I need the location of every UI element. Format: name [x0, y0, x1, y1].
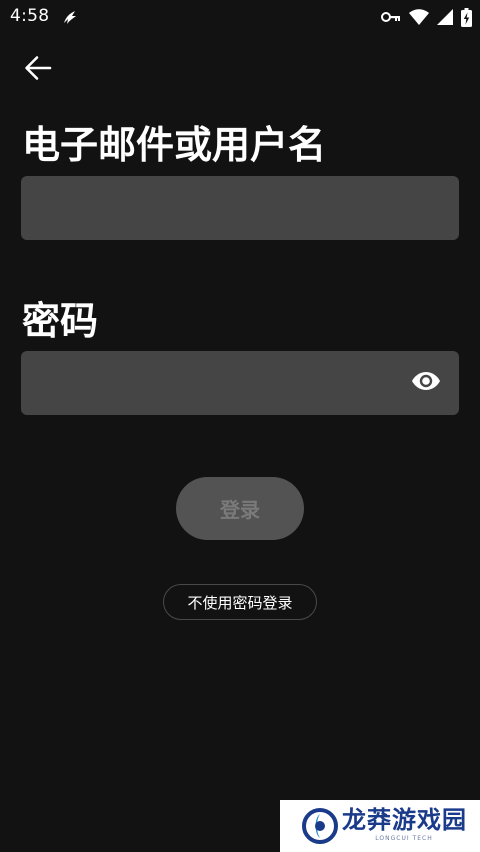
login-button[interactable]: 登录 — [176, 477, 304, 540]
passwordless-login-button[interactable]: 不使用密码登录 — [163, 584, 317, 620]
password-visibility-toggle[interactable] — [406, 367, 446, 399]
watermark: 龙莽游戏园 LONGCUI TECH — [280, 800, 480, 852]
watermark-subtext: LONGCUI TECH — [375, 835, 433, 842]
email-label: 电子邮件或用户名 — [22, 123, 327, 167]
arrow-left-icon — [24, 55, 52, 85]
password-label: 密码 — [22, 299, 99, 343]
vpn-key-icon — [381, 10, 401, 24]
wifi-icon — [409, 9, 429, 25]
watermark-text: 龙莽游戏园 — [342, 806, 467, 834]
signal-icon — [437, 9, 453, 25]
battery-charging-icon — [461, 7, 472, 27]
eye-icon — [411, 371, 441, 395]
email-field[interactable] — [21, 176, 459, 240]
back-button[interactable] — [18, 52, 58, 88]
status-time: 4:58 — [10, 6, 50, 26]
status-icons — [381, 6, 472, 28]
watermark-logo-icon — [302, 808, 338, 844]
password-field[interactable] — [21, 351, 459, 415]
app-notification-icon — [60, 7, 80, 27]
status-bar: 4:58 — [0, 0, 480, 34]
